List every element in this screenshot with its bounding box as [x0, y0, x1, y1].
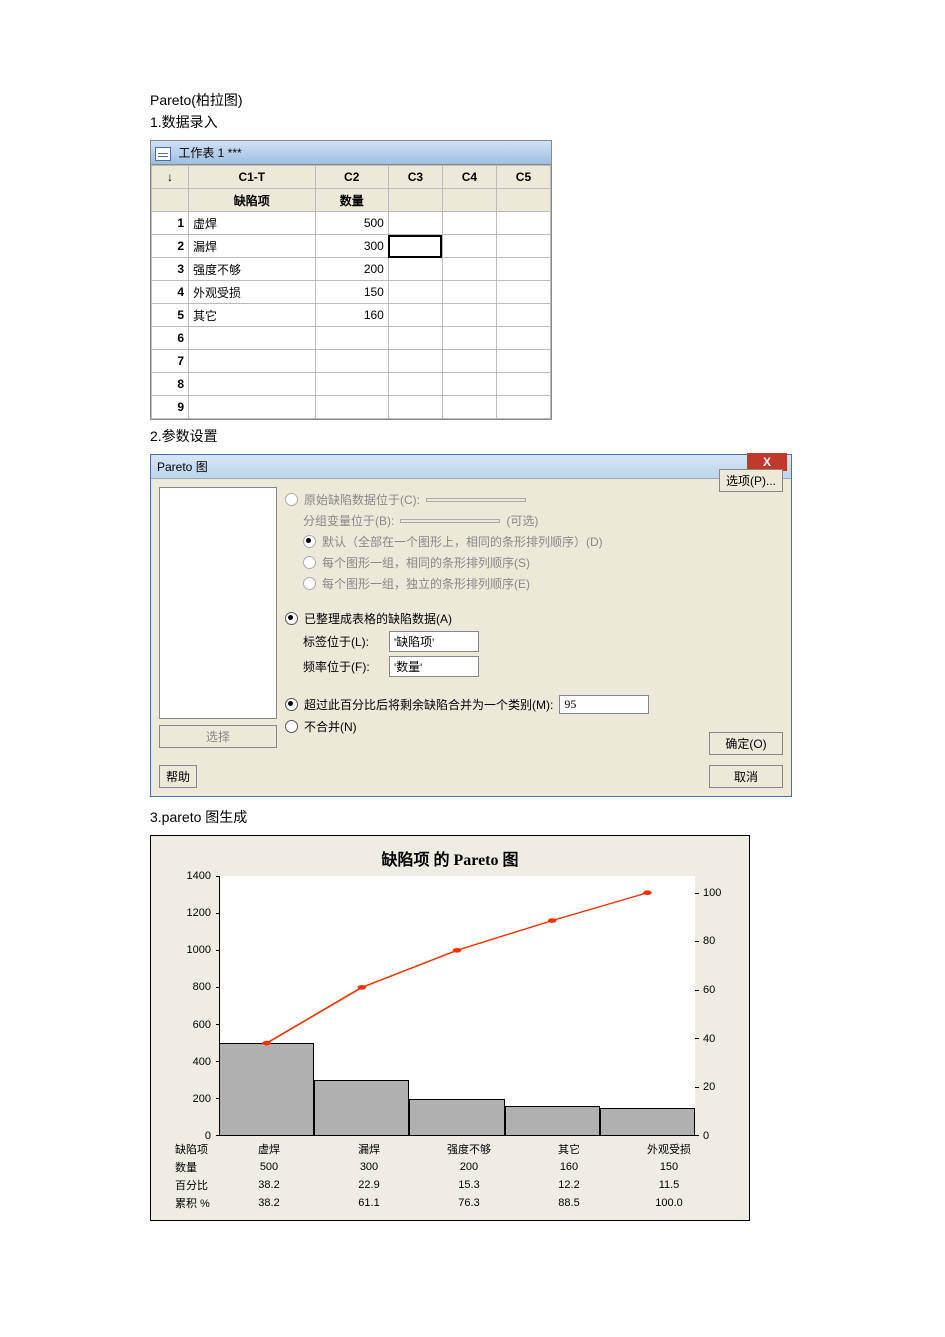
- help-button[interactable]: 帮助: [159, 765, 197, 788]
- table-row[interactable]: 5其它160: [152, 304, 551, 327]
- worksheet-titlebar: 工作表 1 ***: [151, 141, 551, 165]
- ok-button[interactable]: 确定(O): [709, 732, 783, 755]
- label-labels-at: 标签位于(L):: [303, 633, 383, 650]
- label-no-combine: 不合并(N): [304, 718, 357, 735]
- label-optional: (可选): [506, 512, 538, 529]
- label-raw: 原始缺陷数据位于(C):: [304, 491, 420, 508]
- chart-data-table: 缺陷项虚焊漏焊强度不够其它外观受损数量500300200160150百分比38.…: [175, 1140, 735, 1212]
- worksheet: 工作表 1 *** ↓ C1-T C2 C3 C4 C5 缺陷项 数量 1虚焊5…: [150, 140, 552, 420]
- radio-default-layout[interactable]: [303, 535, 316, 548]
- section-2-heading: 2.参数设置: [150, 426, 945, 446]
- table-row[interactable]: 6: [152, 327, 551, 350]
- pareto-dialog: X Pareto 图 选项(P)... 选择 原始缺陷数据位于(C): 分组变量…: [150, 454, 792, 797]
- col-c2[interactable]: C2: [315, 166, 388, 189]
- radio-per-graph-indep[interactable]: [303, 577, 316, 590]
- table-row[interactable]: 4外观受损150: [152, 281, 551, 304]
- radio-no-combine[interactable]: [285, 720, 298, 733]
- label-combine: 超过此百分比后将剩余缺陷合并为一个类别(M):: [304, 696, 553, 713]
- worksheet-icon: [155, 147, 171, 161]
- label-freq-at: 频率位于(F):: [303, 658, 383, 675]
- freq-field[interactable]: '数量': [389, 656, 479, 677]
- cumulative-line: [219, 876, 695, 1136]
- section-1-heading: 1.数据录入: [150, 112, 945, 132]
- chart-plot-area: 0200400600800100012001400 020406080100: [219, 876, 695, 1136]
- label-tabulated: 已整理成表格的缺陷数据(A): [304, 610, 452, 627]
- chart-title: 缺陷项 的 Pareto 图: [165, 846, 735, 870]
- y-axis-right: 020406080100: [699, 876, 731, 1136]
- dialog-title: Pareto 图: [151, 455, 791, 479]
- doc-title: Pareto(柏拉图): [150, 90, 945, 110]
- radio-combine[interactable]: [285, 698, 298, 711]
- variable-listbox[interactable]: [159, 487, 277, 719]
- col-c5[interactable]: C5: [496, 166, 550, 189]
- table-row[interactable]: 9: [152, 396, 551, 419]
- section-3-heading: 3.pareto 图生成: [150, 807, 945, 827]
- radio-per-graph-same[interactable]: [303, 556, 316, 569]
- label-group: 分组变量位于(B):: [303, 512, 394, 529]
- header-blank: [152, 189, 189, 212]
- cancel-button[interactable]: 取消: [709, 765, 783, 788]
- col-c4[interactable]: C4: [442, 166, 496, 189]
- combine-percent-field[interactable]: 95: [559, 695, 649, 714]
- col-arrow[interactable]: ↓: [152, 166, 189, 189]
- table-row[interactable]: 3强度不够200: [152, 258, 551, 281]
- header-c1[interactable]: 缺陷项: [189, 189, 316, 212]
- worksheet-grid[interactable]: ↓ C1-T C2 C3 C4 C5 缺陷项 数量 1虚焊5002漏焊3003强…: [151, 165, 551, 419]
- radio-raw[interactable]: [285, 493, 298, 506]
- select-button[interactable]: 选择: [159, 725, 277, 748]
- col-c1[interactable]: C1-T: [189, 166, 316, 189]
- labels-field[interactable]: '缺陷项': [389, 631, 479, 652]
- table-row[interactable]: 8: [152, 373, 551, 396]
- group-field[interactable]: [400, 519, 500, 523]
- table-row[interactable]: 1虚焊500: [152, 212, 551, 235]
- pareto-chart: 缺陷项 的 Pareto 图 0200400600800100012001400…: [150, 835, 750, 1221]
- y-axis-left: 0200400600800100012001400: [175, 876, 215, 1136]
- radio-tabulated[interactable]: [285, 612, 298, 625]
- raw-data-field[interactable]: [426, 498, 526, 502]
- header-c2[interactable]: 数量: [315, 189, 388, 212]
- col-c3[interactable]: C3: [388, 166, 442, 189]
- table-row[interactable]: 7: [152, 350, 551, 373]
- table-row[interactable]: 2漏焊300: [152, 235, 551, 258]
- worksheet-title: 工作表 1 ***: [178, 146, 241, 160]
